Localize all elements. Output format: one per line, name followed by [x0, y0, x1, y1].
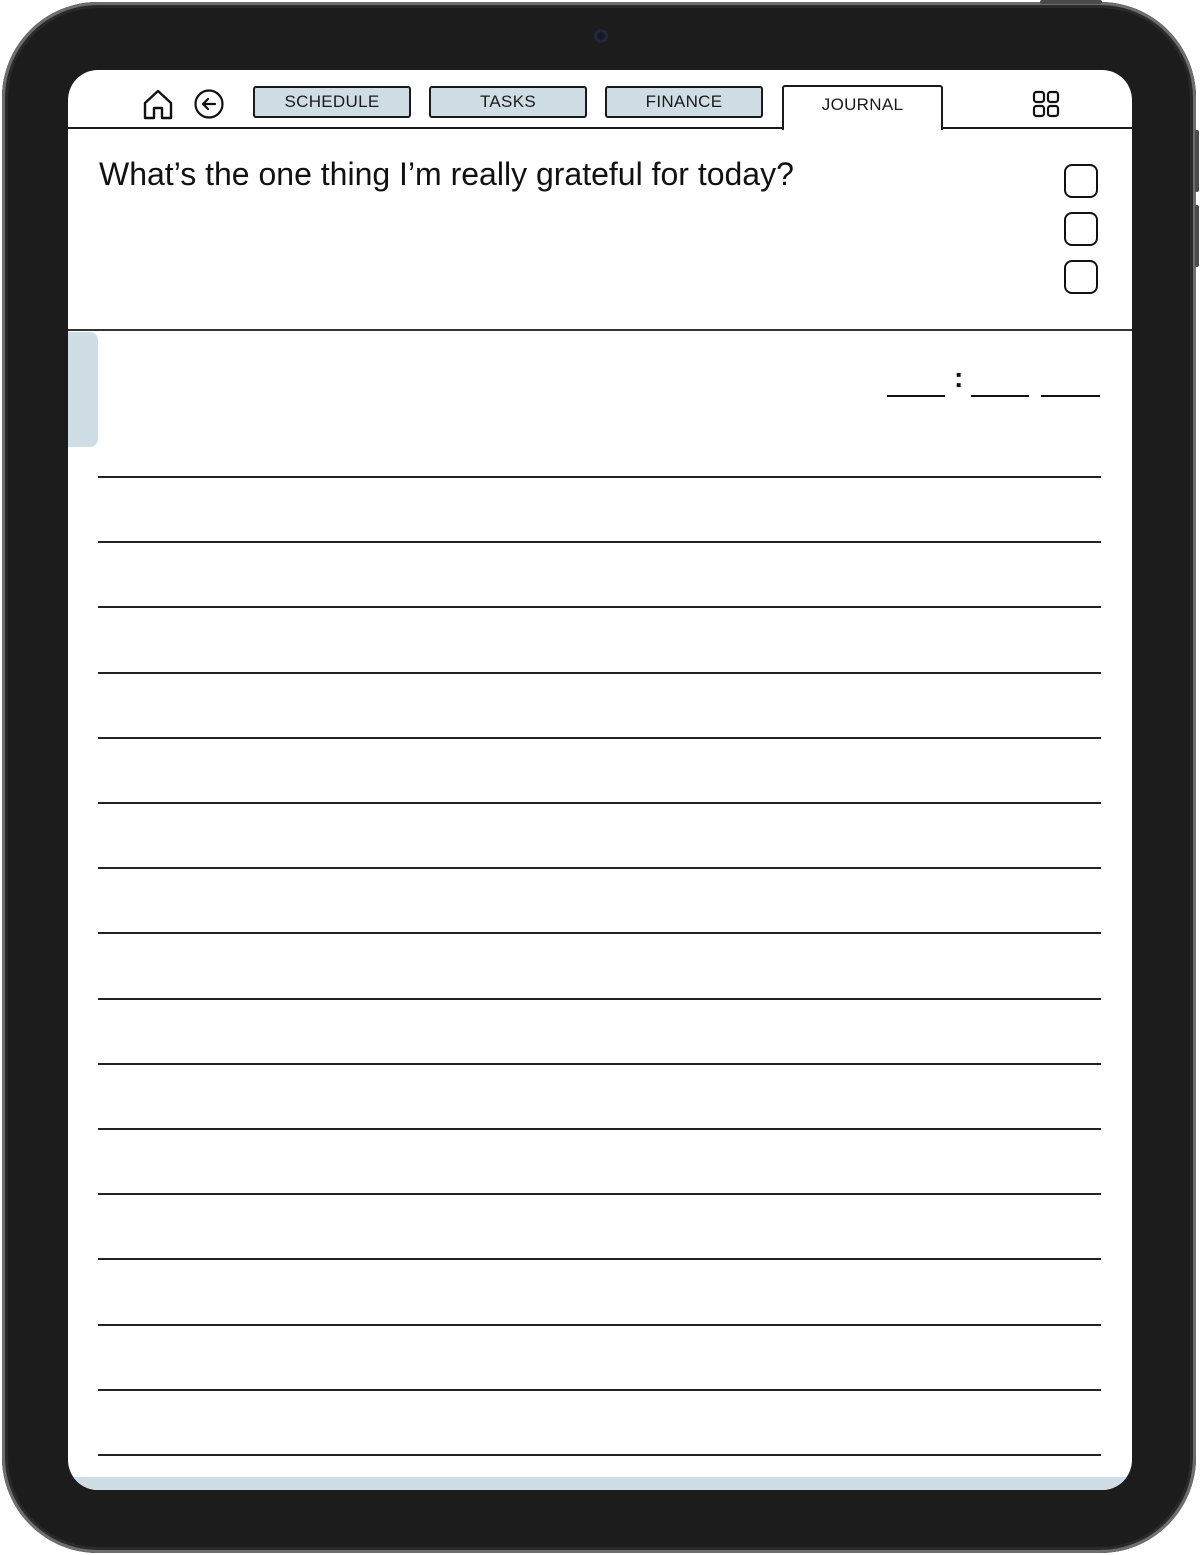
side-tab[interactable]	[68, 332, 98, 447]
home-icon[interactable]	[140, 86, 176, 122]
tab-tasks[interactable]: TASKS	[429, 86, 587, 118]
writing-line	[98, 1063, 1101, 1065]
top-nav-bar: SCHEDULE TASKS FINANCE JOURNAL	[68, 70, 1132, 130]
time-ampm-blank[interactable]	[1041, 395, 1100, 397]
grid-icon[interactable]	[1030, 88, 1062, 120]
writing-line	[98, 1193, 1101, 1195]
writing-line	[98, 1258, 1101, 1260]
writing-line	[98, 672, 1101, 674]
bottom-strip	[68, 1477, 1132, 1490]
volume-up-button	[1195, 130, 1199, 192]
tab-schedule[interactable]: SCHEDULE	[253, 86, 411, 118]
writing-line	[98, 1389, 1101, 1391]
checkbox-3[interactable]	[1064, 260, 1098, 294]
tablet-frame: SCHEDULE TASKS FINANCE JOURNAL What’s th…	[2, 2, 1196, 1553]
writing-line	[98, 1324, 1101, 1326]
writing-line	[98, 1454, 1101, 1456]
section-divider	[68, 329, 1132, 331]
writing-line	[98, 998, 1101, 1000]
writing-line	[98, 476, 1101, 478]
writing-line	[98, 802, 1101, 804]
nav-divider	[68, 127, 1132, 129]
journal-prompt: What’s the one thing I’m really grateful…	[99, 156, 794, 192]
time-minute-blank[interactable]	[971, 395, 1029, 397]
power-button	[1040, 0, 1102, 4]
tab-finance[interactable]: FINANCE	[605, 86, 763, 118]
screen: SCHEDULE TASKS FINANCE JOURNAL What’s th…	[68, 70, 1132, 1490]
writing-line	[98, 737, 1101, 739]
checkbox-1[interactable]	[1064, 164, 1098, 198]
writing-line	[98, 867, 1101, 869]
writing-line	[98, 606, 1101, 608]
time-hour-blank[interactable]	[887, 395, 945, 397]
writing-line	[98, 541, 1101, 543]
writing-line	[98, 1128, 1101, 1130]
tab-journal[interactable]: JOURNAL	[782, 85, 943, 130]
writing-line	[98, 932, 1101, 934]
front-camera	[594, 29, 608, 43]
back-arrow-icon[interactable]	[192, 87, 226, 121]
volume-down-button	[1195, 205, 1199, 267]
time-separator: :	[954, 362, 964, 393]
checkbox-2[interactable]	[1064, 212, 1098, 246]
